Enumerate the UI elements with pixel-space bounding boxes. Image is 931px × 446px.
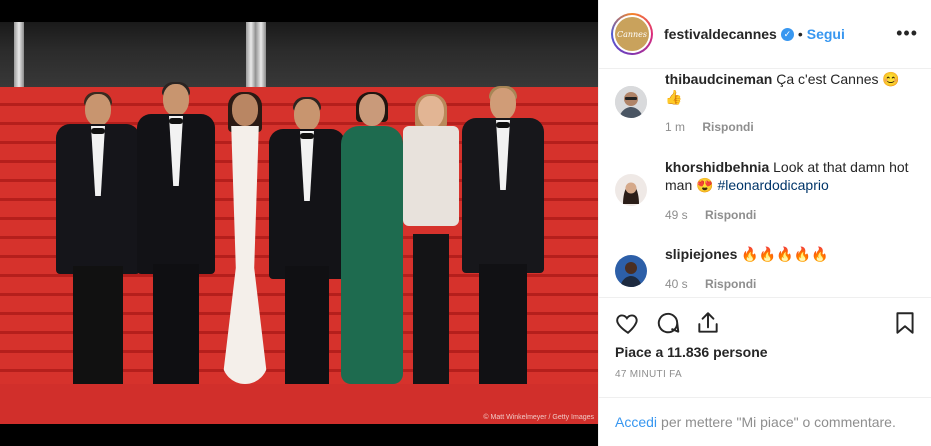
comment-username[interactable]: khorshidbehnia (665, 159, 769, 175)
comment-username[interactable]: slipiejones (665, 246, 737, 262)
comment-hashtag-link[interactable]: #leonardodicaprio (717, 177, 828, 193)
comment-icon[interactable] (655, 310, 681, 336)
image-credit: © Matt Winkelmeyer / Getty Images (483, 414, 594, 421)
photo-person (54, 92, 142, 384)
commenter-avatar[interactable] (615, 255, 647, 287)
post-sidebar: Cannes festivaldecannes ✓ • Segui ••• th… (598, 0, 931, 446)
photo-person (460, 86, 546, 384)
comment-item: slipiejones 🔥🔥🔥🔥🔥 40 s Rispondi (615, 245, 915, 295)
comment-time[interactable]: 49 s (665, 208, 688, 222)
likes-count[interactable]: Piace a 11.836 persone (615, 344, 768, 360)
login-link[interactable]: Accedi (615, 414, 657, 430)
photo-pillar (14, 22, 24, 92)
photo-pillar (246, 22, 256, 92)
post-timestamp[interactable]: 47 MINUTI FA (615, 369, 682, 380)
comment-meta: 49 s Rispondi (665, 208, 756, 222)
comment-text: thibaudcineman Ça c'est Cannes 😊👍 (665, 70, 915, 106)
comment-item: khorshidbehnia Look at that damn hot man… (615, 158, 915, 228)
account-avatar[interactable]: Cannes (611, 13, 653, 55)
post-photo[interactable]: © Matt Winkelmeyer / Getty Images (0, 22, 598, 424)
commenter-avatar[interactable] (615, 86, 647, 118)
login-prompt: Accedi per mettere "Mi piace" o commenta… (599, 397, 931, 446)
more-options-icon[interactable]: ••• (896, 24, 918, 42)
photo-person (268, 97, 346, 384)
comment-body: 🔥🔥🔥🔥🔥 (741, 246, 829, 262)
comment-time[interactable]: 40 s (665, 277, 688, 291)
commenter-avatar[interactable] (615, 174, 647, 206)
post-actions-bar (599, 297, 931, 347)
comment-meta: 1 m Rispondi (665, 120, 754, 134)
comment-meta: 40 s Rispondi (665, 277, 756, 291)
reply-button[interactable]: Rispondi (702, 120, 753, 134)
comment-text: slipiejones 🔥🔥🔥🔥🔥 (665, 245, 915, 263)
login-prompt-text: per mettere "Mi piace" o commentare. (661, 414, 896, 430)
follow-button[interactable]: Segui (807, 26, 845, 42)
share-icon[interactable] (695, 310, 721, 336)
reply-button[interactable]: Rispondi (705, 277, 756, 291)
separator-dot: • (797, 26, 803, 42)
cannes-logo: Cannes (615, 17, 649, 51)
verified-badge-icon: ✓ (780, 27, 794, 41)
comment-time[interactable]: 1 m (665, 120, 685, 134)
heart-icon[interactable] (615, 310, 641, 336)
post-media: © Matt Winkelmeyer / Getty Images (0, 0, 598, 446)
comments-list[interactable]: thibaudcineman Ça c'est Cannes 😊👍 1 m Ri… (599, 69, 931, 296)
reply-button[interactable]: Rispondi (705, 208, 756, 222)
photo-person (396, 94, 466, 384)
photo-backdrop (0, 22, 598, 92)
photo-pillar (256, 22, 266, 92)
post-header: Cannes festivaldecannes ✓ • Segui ••• (599, 0, 931, 69)
bookmark-icon[interactable] (892, 310, 918, 336)
comment-item: thibaudcineman Ça c'est Cannes 😊👍 1 m Ri… (615, 70, 915, 140)
comment-text: khorshidbehnia Look at that damn hot man… (665, 158, 915, 194)
account-username[interactable]: festivaldecannes (664, 26, 777, 42)
comment-username[interactable]: thibaudcineman (665, 71, 772, 87)
